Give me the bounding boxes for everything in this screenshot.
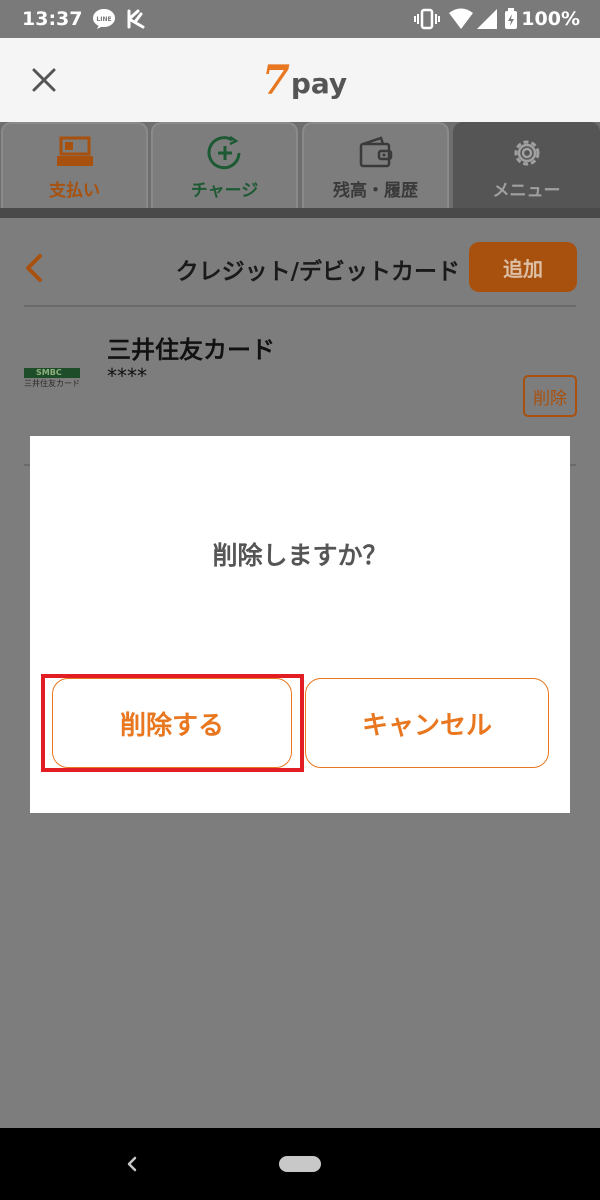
tab-payment[interactable]: 支払い [1,122,148,208]
line-icon: LINE [92,8,116,30]
home-pill-button[interactable] [279,1156,321,1172]
card-logo-brand: SMBC [24,368,80,378]
tab-underbar [0,208,600,218]
tab-balance-history[interactable]: 残高・履歴 [302,122,449,208]
page-title: クレジット/デビットカード [175,259,460,285]
card-logo-name: 三井住友カード [24,379,80,388]
nav-back-icon [127,1156,137,1172]
smbc-card-logo: SMBC 三井住友カード [24,368,80,390]
signal-icon [476,8,498,30]
divider [24,305,576,307]
delete-confirm-dialog: 削除しますか？ 削除する キャンセル [30,436,570,813]
tab-balance-history-label: 残高・履歴 [333,181,418,201]
charge-plus-icon [207,136,240,170]
gear-icon [514,140,539,166]
close-button[interactable] [22,58,66,102]
close-icon [32,68,56,92]
logo-pay: pay [290,67,348,100]
delete-card-button[interactable]: 削除 [523,375,577,417]
tab-charge[interactable]: チャージ [151,122,298,208]
battery-charging-icon [504,8,518,30]
tab-menu[interactable]: メニュー [453,122,600,208]
logo-seven: 7 [262,57,290,104]
nav-back-button[interactable] [118,1150,146,1178]
register-icon [56,136,93,166]
cancel-button[interactable]: キャンセル [305,678,549,768]
navigation-bar [0,1128,600,1200]
tab-payment-label: 支払い [49,181,100,201]
add-card-button[interactable]: 追加 [469,242,577,292]
battery-percent: 100% [521,8,580,30]
wifi-icon [448,8,474,30]
notification-check-icon [126,8,146,30]
back-button[interactable] [18,248,48,288]
tab-menu-label: メニュー [492,181,561,201]
7pay-logo: 7 pay [262,57,347,104]
wallet-icon [359,136,392,168]
card-name: 三井住友カード [107,336,275,364]
status-time: 13:37 [22,8,83,30]
chevron-left-icon [26,254,42,282]
status-bar: 13:37 LINE 100% [0,0,600,38]
tab-charge-label: チャージ [190,181,259,201]
vibrate-icon [414,8,440,30]
card-number: **** [107,364,147,388]
dialog-message: 削除しますか？ [212,541,388,570]
app-header: 7 pay [0,38,600,122]
svg-text:LINE: LINE [96,16,111,23]
tab-bar: 支払い チャージ 残高・履歴 メニュー [0,122,600,218]
confirm-delete-button[interactable]: 削除する [52,678,292,768]
